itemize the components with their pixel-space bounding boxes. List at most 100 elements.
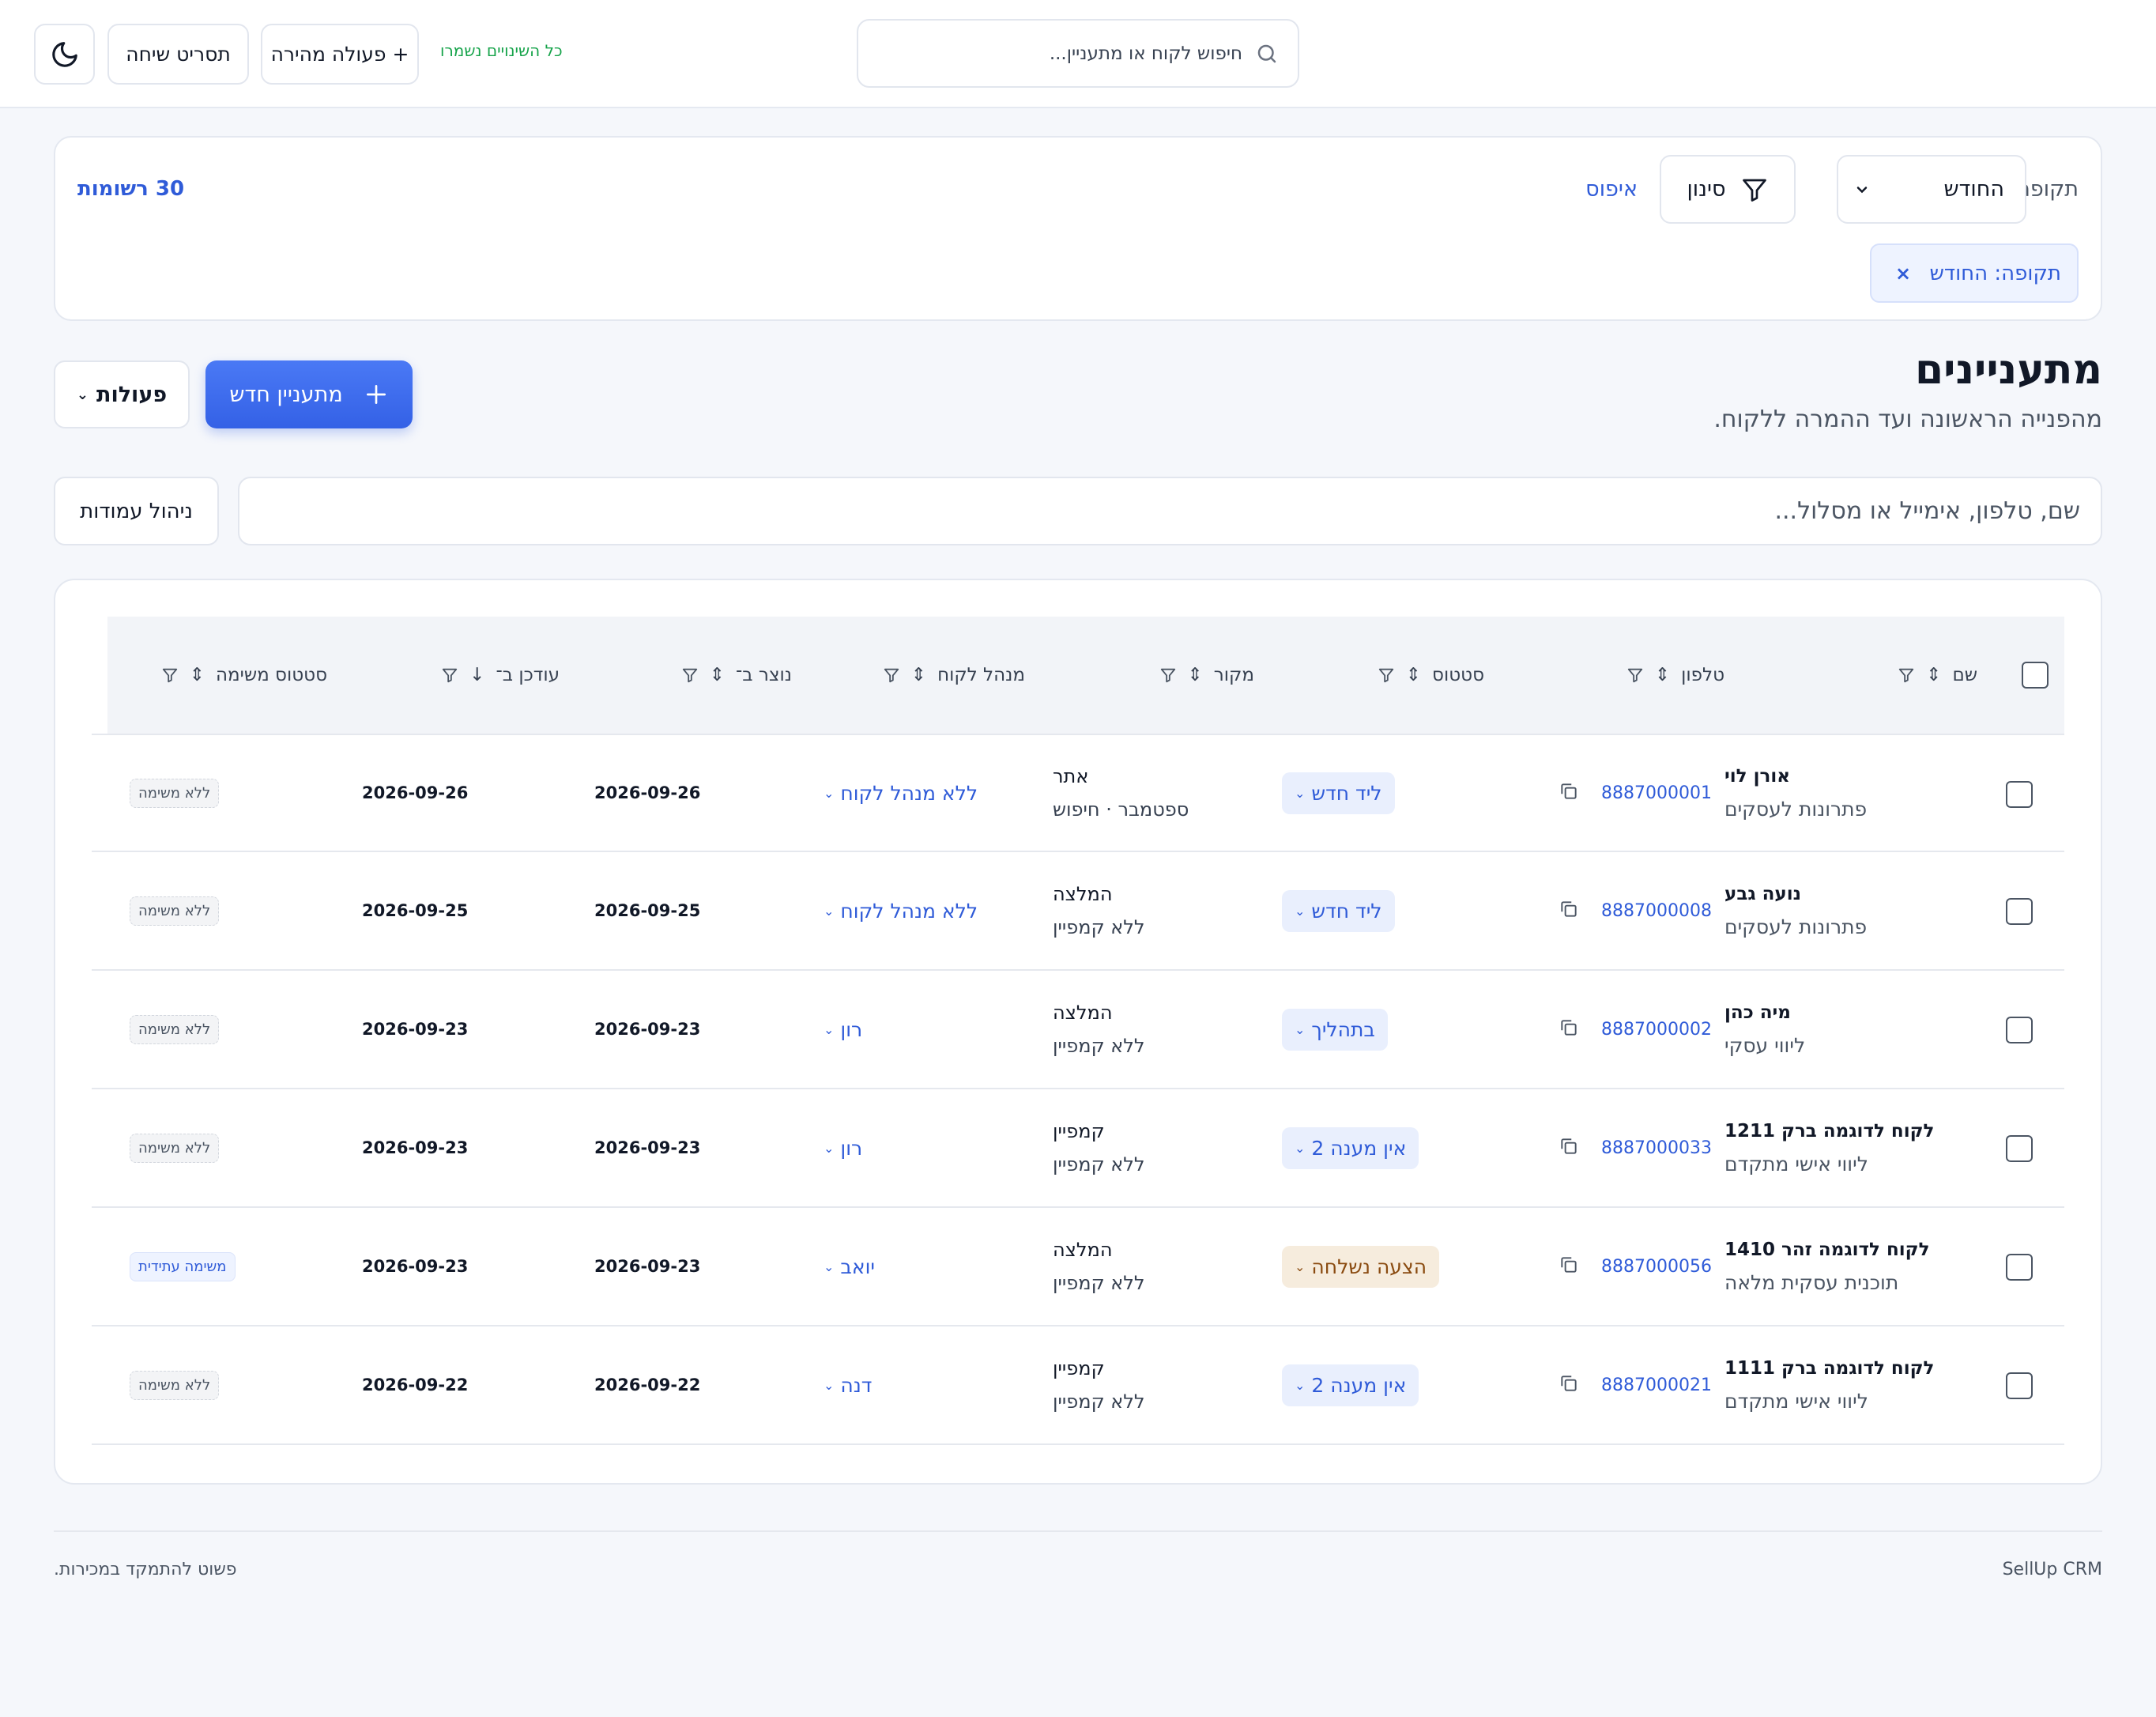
manager-dropdown[interactable]: יואב ⌄ (824, 1255, 875, 1278)
manager-dropdown[interactable]: רון ⌄ (824, 1018, 862, 1041)
filter-icon[interactable] (1898, 666, 1915, 684)
column-header-task-status[interactable]: סטטוס משימה ⇕ (161, 617, 327, 734)
column-label: מקור (1213, 665, 1254, 685)
column-label: מנהל לקוח (937, 665, 1025, 685)
phone-link[interactable]: 8887000001 (1601, 783, 1712, 803)
filter-icon[interactable] (681, 666, 699, 684)
copy-icon[interactable] (1559, 1255, 1579, 1278)
status-dropdown[interactable]: אין מענה 2 ⌄ (1282, 1364, 1419, 1406)
status-dropdown[interactable]: הצעה נשלחה ⌄ (1282, 1245, 1440, 1288)
close-icon[interactable]: × (1895, 262, 1911, 285)
phone-link[interactable]: 8887000021 (1601, 1375, 1712, 1395)
updated-cell: 2026-09-23 (362, 971, 560, 1088)
copy-icon[interactable] (1559, 1373, 1579, 1397)
table-row[interactable]: מיה כהן ליווי עסקי 8887000002 בתהליך ⌄ המלצה ל… (92, 971, 2064, 1089)
theme-toggle-button[interactable] (34, 24, 95, 85)
table-row[interactable]: לקוח לדוגמה ברק 1211 ליווי אישי מתקדם 8887… (92, 1089, 2064, 1208)
lead-name[interactable]: לקוח לדוגמה ברק 1211 (1724, 1121, 1934, 1142)
campaign-label: ללא קמפיין (1053, 1035, 1145, 1057)
chevron-down-icon: ⌄ (76, 386, 89, 403)
manager-label: ללא מנהל לקוח (840, 781, 978, 805)
row-checkbox[interactable] (2006, 1372, 2033, 1399)
records-count: 30 רשומות (77, 177, 185, 201)
status-label: אין מענה 2 (1311, 1373, 1407, 1397)
actions-menu-button[interactable]: פעולות ⌄ (54, 360, 190, 428)
manager-dropdown[interactable]: רון ⌄ (824, 1137, 862, 1160)
filter-icon[interactable] (1626, 666, 1644, 684)
lead-name[interactable]: לקוח לדוגמה זהר 1410 (1724, 1240, 1930, 1260)
manager-label: רון (840, 1017, 863, 1041)
search-icon (1257, 44, 1276, 62)
call-script-button[interactable]: תסריט שיחה (107, 24, 249, 85)
source-label: אתר (1053, 765, 1089, 787)
status-dropdown[interactable]: בתהליך ⌄ (1282, 1008, 1388, 1051)
filter-icon[interactable] (441, 666, 458, 684)
task-status-badge: ללא משימה (130, 1133, 220, 1163)
new-lead-button[interactable]: מתעניין חדש (205, 360, 413, 428)
table-row[interactable]: לקוח לדוגמה זהר 1410 תוכנית עסקית מלאה 888… (92, 1208, 2064, 1326)
filter-icon[interactable] (161, 666, 179, 684)
lead-name[interactable]: מיה כהן (1724, 1002, 1791, 1023)
filter-icon[interactable] (883, 666, 900, 684)
plus-icon (366, 385, 386, 404)
campaign-label: ספטמבר · חיפוש (1053, 798, 1189, 821)
column-header-updated[interactable]: עודכן ב־ ↓ (441, 617, 560, 734)
status-label: הצעה נשלחה (1311, 1255, 1427, 1278)
sort-desc-icon[interactable]: ↓ (469, 665, 484, 685)
source-label: קמפיין (1053, 1120, 1105, 1142)
copy-icon[interactable] (1559, 781, 1579, 805)
global-search-input[interactable] (877, 43, 1242, 64)
row-checkbox[interactable] (2006, 898, 2033, 925)
lead-name[interactable]: אורן לוי (1724, 766, 1790, 787)
row-checkbox[interactable] (2006, 1135, 2033, 1162)
manage-columns-button[interactable]: ניהול עמודות (54, 477, 219, 545)
reset-filters-link[interactable]: איפוס (1585, 177, 1638, 202)
sort-icon[interactable]: ⇕ (1406, 665, 1421, 685)
column-header-source[interactable]: מקור ⇕ (1159, 617, 1254, 734)
row-checkbox[interactable] (2006, 1017, 2033, 1043)
phone-link[interactable]: 8887000008 (1601, 901, 1712, 921)
sort-icon[interactable]: ⇕ (190, 665, 205, 685)
manager-dropdown[interactable]: דנה ⌄ (824, 1374, 872, 1397)
copy-icon[interactable] (1559, 899, 1579, 923)
table-row[interactable]: לקוח לדוגמה ברק 1111 ליווי אישי מתקדם 8887… (92, 1326, 2064, 1445)
filter-icon[interactable] (1159, 666, 1177, 684)
global-search[interactable] (857, 19, 1299, 88)
select-all-checkbox[interactable] (2022, 662, 2049, 689)
sort-icon[interactable]: ⇕ (1655, 665, 1670, 685)
status-dropdown[interactable]: ליד חדש ⌄ (1282, 772, 1395, 814)
copy-icon[interactable] (1559, 1136, 1579, 1160)
active-filter-label: תקופה: החודש (1929, 261, 2061, 285)
filter-button[interactable]: סינון (1660, 155, 1796, 224)
manager-dropdown[interactable]: ללא מנהל לקוח ⌄ (824, 782, 978, 805)
sort-icon[interactable]: ⇕ (710, 665, 725, 685)
column-header-created[interactable]: נוצר ב־ ⇕ (681, 617, 792, 734)
column-header-phone[interactable]: טלפון ⇕ (1626, 617, 1724, 734)
filter-icon[interactable] (1378, 666, 1395, 684)
sort-icon[interactable]: ⇕ (1188, 665, 1203, 685)
status-dropdown[interactable]: אין מענה 2 ⌄ (1282, 1126, 1419, 1169)
phone-link[interactable]: 8887000002 (1601, 1020, 1712, 1040)
lead-name[interactable]: נועה גבע (1724, 884, 1801, 904)
table-row[interactable]: אורן לוי פתרונות לעסקים 8887000001 ליד חדש ⌄… (92, 734, 2064, 852)
period-select[interactable]: החודש (1837, 155, 2026, 224)
column-header-name[interactable]: שם ⇕ (1898, 617, 1977, 734)
copy-icon[interactable] (1559, 1017, 1579, 1041)
table-row[interactable]: נועה גבע פתרונות לעסקים 8887000008 ליד חדש ⌄… (92, 852, 2064, 971)
sort-icon[interactable]: ⇕ (1926, 665, 1941, 685)
status-cell: אין מענה 2 ⌄ (1282, 1326, 1487, 1443)
phone-link[interactable]: 8887000056 (1601, 1257, 1712, 1277)
row-checkbox[interactable] (2006, 781, 2033, 808)
phone-link[interactable]: 8887000033 (1601, 1138, 1712, 1158)
row-checkbox[interactable] (2006, 1254, 2033, 1281)
column-header-status[interactable]: סטטוס ⇕ (1378, 617, 1484, 734)
status-dropdown[interactable]: ליד חדש ⌄ (1282, 889, 1395, 932)
manager-label: דנה (840, 1373, 873, 1397)
column-header-manager[interactable]: מנהל לקוח ⇕ (883, 617, 1025, 734)
sort-icon[interactable]: ⇕ (911, 665, 926, 685)
quick-action-button[interactable]: + פעולה מהירה (261, 24, 419, 85)
manager-dropdown[interactable]: ללא מנהל לקוח ⌄ (824, 900, 978, 923)
leads-search[interactable] (238, 477, 2102, 545)
lead-name[interactable]: לקוח לדוגמה ברק 1111 (1724, 1358, 1934, 1379)
leads-search-input[interactable] (260, 497, 2080, 525)
